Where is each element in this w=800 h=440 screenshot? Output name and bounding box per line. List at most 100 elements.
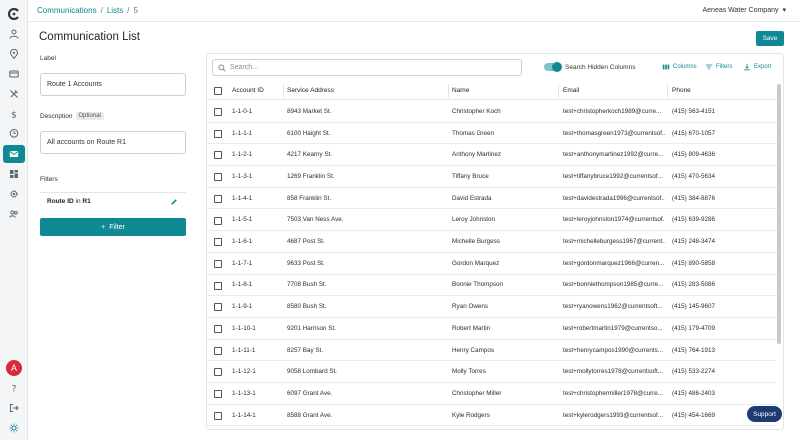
cell-service-address: 8943 Market St. xyxy=(287,107,332,115)
cell-email: test+christophermiller1978@curre... xyxy=(563,389,664,397)
cell-account-id: 1-1-4-1 xyxy=(232,194,253,202)
nav-settings-gear-icon[interactable] xyxy=(7,187,21,201)
nav-clock-icon[interactable] xyxy=(7,126,21,140)
company-selector[interactable]: Aeneas Water Company ▾ xyxy=(702,6,786,15)
cell-phone: (415) 384-8876 xyxy=(672,194,716,202)
cell-phone: (415) 639-9286 xyxy=(672,216,716,224)
table-row[interactable]: 1-1-11-1 8257 Bay St. Henry Campos test+hen… xyxy=(207,340,777,362)
table-scrollbar[interactable] xyxy=(777,84,781,344)
columns-button[interactable]: Columns xyxy=(662,63,697,71)
filter-lines-icon xyxy=(705,64,713,70)
app-logo-icon[interactable] xyxy=(8,8,20,20)
row-checkbox[interactable] xyxy=(214,108,222,116)
description-input[interactable]: All accounts on Route R1 xyxy=(40,131,186,154)
nav-accounts-icon[interactable] xyxy=(7,27,21,41)
search-input[interactable]: Search... xyxy=(212,59,522,76)
cell-account-id: 1-1-12-1 xyxy=(232,368,256,376)
edit-pencil-icon[interactable] xyxy=(170,198,178,206)
nav-map-pin-icon[interactable] xyxy=(7,47,21,61)
table-row[interactable]: 1-1-2-1 4217 Kearny St. Anthony Martinez te… xyxy=(207,144,777,167)
row-checkbox[interactable] xyxy=(214,303,222,312)
select-all-checkbox[interactable] xyxy=(214,87,222,95)
header-service-address[interactable]: Service Address xyxy=(287,82,334,99)
download-icon xyxy=(744,63,750,71)
row-checkbox[interactable] xyxy=(214,129,222,138)
cell-service-address: 6097 Grant Ave. xyxy=(287,389,333,397)
header-account-id[interactable]: Account ID xyxy=(232,82,264,99)
table-row[interactable]: 1-1-6-1 4687 Post St. Michelle Burgess test… xyxy=(207,231,777,253)
row-checkbox[interactable] xyxy=(214,368,222,377)
filter-operator: in xyxy=(75,198,81,205)
cell-email: test+tiffanybruce1992@currentsof... xyxy=(563,172,663,180)
filter-value: R1 xyxy=(82,198,91,205)
theme-sun-icon[interactable] xyxy=(7,421,21,435)
cell-account-id: 1-1-9-1 xyxy=(232,303,253,311)
cell-name: Thomas Green xyxy=(452,129,494,137)
row-checkbox[interactable] xyxy=(214,281,222,290)
table-row[interactable]: 1-1-10-1 9201 Harrison St. Robert Martin te… xyxy=(207,318,777,340)
save-button[interactable]: Save xyxy=(756,31,784,46)
cell-email: test+robertmartin1979@currentso... xyxy=(563,324,663,332)
cell-service-address: 9058 Lombard St. xyxy=(287,368,338,376)
table-row[interactable]: 1-1-12-1 9058 Lombard St. Molly Torres test… xyxy=(207,361,777,384)
row-checkbox[interactable] xyxy=(214,346,222,355)
row-checkbox[interactable] xyxy=(214,390,222,399)
nav-tools-icon[interactable] xyxy=(7,87,21,101)
help-question-icon[interactable]: ? xyxy=(7,381,21,395)
row-checkbox[interactable] xyxy=(214,216,222,225)
filter-description: Route ID in R1 xyxy=(47,198,91,205)
support-button[interactable]: Support xyxy=(747,406,782,422)
nav-users-icon[interactable] xyxy=(7,207,21,221)
export-button[interactable]: Export xyxy=(743,63,771,71)
cell-name: Gordon Marquez xyxy=(452,259,500,267)
cell-service-address: 1269 Franklin St. xyxy=(287,172,335,180)
row-checkbox[interactable] xyxy=(214,151,222,160)
filter-item-route-id[interactable]: Route ID in R1 xyxy=(40,192,186,210)
row-checkbox[interactable] xyxy=(214,259,222,268)
cell-account-id: 1-1-6-1 xyxy=(232,238,253,246)
table-row[interactable]: 1-1-5-1 7503 Van Ness Ave. Leroy Johnston t… xyxy=(207,210,777,232)
header-email[interactable]: Email xyxy=(563,82,579,99)
cell-email: test+anthonymartinez1992@curre... xyxy=(563,151,664,159)
table-row[interactable]: 1-1-8-1 7708 Bush St. Bonnie Thompson test+… xyxy=(207,275,777,297)
table-row[interactable]: 1-1-3-1 1269 Franklin St. Tiffany Bruce tes… xyxy=(207,166,777,188)
nav-dashboard-icon[interactable] xyxy=(7,167,21,181)
add-filter-button[interactable]: + Filter xyxy=(40,218,186,236)
row-checkbox[interactable] xyxy=(214,325,222,333)
breadcrumb-lists[interactable]: Lists xyxy=(107,6,123,15)
table-row[interactable]: 1-1-0-1 8943 Market St. Christopher Koch te… xyxy=(207,101,777,123)
toggle-switch[interactable] xyxy=(544,62,562,72)
table-row[interactable]: 1-1-13-1 6097 Grant Ave. Christopher Mille… xyxy=(207,383,777,405)
svg-text:?: ? xyxy=(12,385,17,394)
left-nav-rail: $ A ? xyxy=(0,0,28,440)
row-checkbox[interactable] xyxy=(214,238,222,247)
table-row[interactable]: 1-1-9-1 8580 Bush St. Ryan Owens test+ryano… xyxy=(207,296,777,318)
cell-account-id: 1-1-0-1 xyxy=(232,107,253,115)
label-input[interactable]: Route 1 Accounts xyxy=(40,73,186,96)
search-hidden-columns-toggle[interactable]: Search Hidden Columns xyxy=(544,62,635,72)
table-row[interactable]: 1-1-14-1 8588 Grant Ave. Kyle Rodgers test+… xyxy=(207,405,777,427)
table-row[interactable]: 1-1-1-1 6100 Haight St. Thomas Green test+t… xyxy=(207,123,777,145)
cell-phone: (415) 670-1057 xyxy=(672,129,716,137)
filter-field: Route ID xyxy=(47,198,74,205)
nav-payments-dollar-icon[interactable]: $ xyxy=(7,107,21,121)
nav-communications-mail-icon[interactable] xyxy=(3,145,25,163)
row-checkbox[interactable] xyxy=(214,411,222,420)
header-phone[interactable]: Phone xyxy=(672,82,691,99)
breadcrumb-communications[interactable]: Communications xyxy=(37,6,97,15)
table-row[interactable]: 1-1-4-1 858 Franklin St. David Estrada test… xyxy=(207,188,777,210)
cell-account-id: 1-1-11-1 xyxy=(232,346,256,354)
cell-phone: (415) 764-1913 xyxy=(672,346,716,354)
row-checkbox[interactable] xyxy=(214,173,222,182)
search-icon xyxy=(218,63,226,72)
description-label: Description xyxy=(40,112,73,120)
chevron-down-icon: ▾ xyxy=(782,7,786,14)
nav-billing-card-icon[interactable] xyxy=(7,67,21,81)
table-row[interactable]: 1-1-7-1 9633 Post St. Gordon Marquez test+g… xyxy=(207,253,777,275)
header-name[interactable]: Name xyxy=(452,82,469,99)
cell-name: Leroy Johnston xyxy=(452,216,496,224)
filters-button[interactable]: Filters xyxy=(705,63,732,71)
row-checkbox[interactable] xyxy=(214,194,222,203)
user-avatar[interactable]: A xyxy=(6,360,22,376)
logout-icon[interactable] xyxy=(7,401,21,415)
